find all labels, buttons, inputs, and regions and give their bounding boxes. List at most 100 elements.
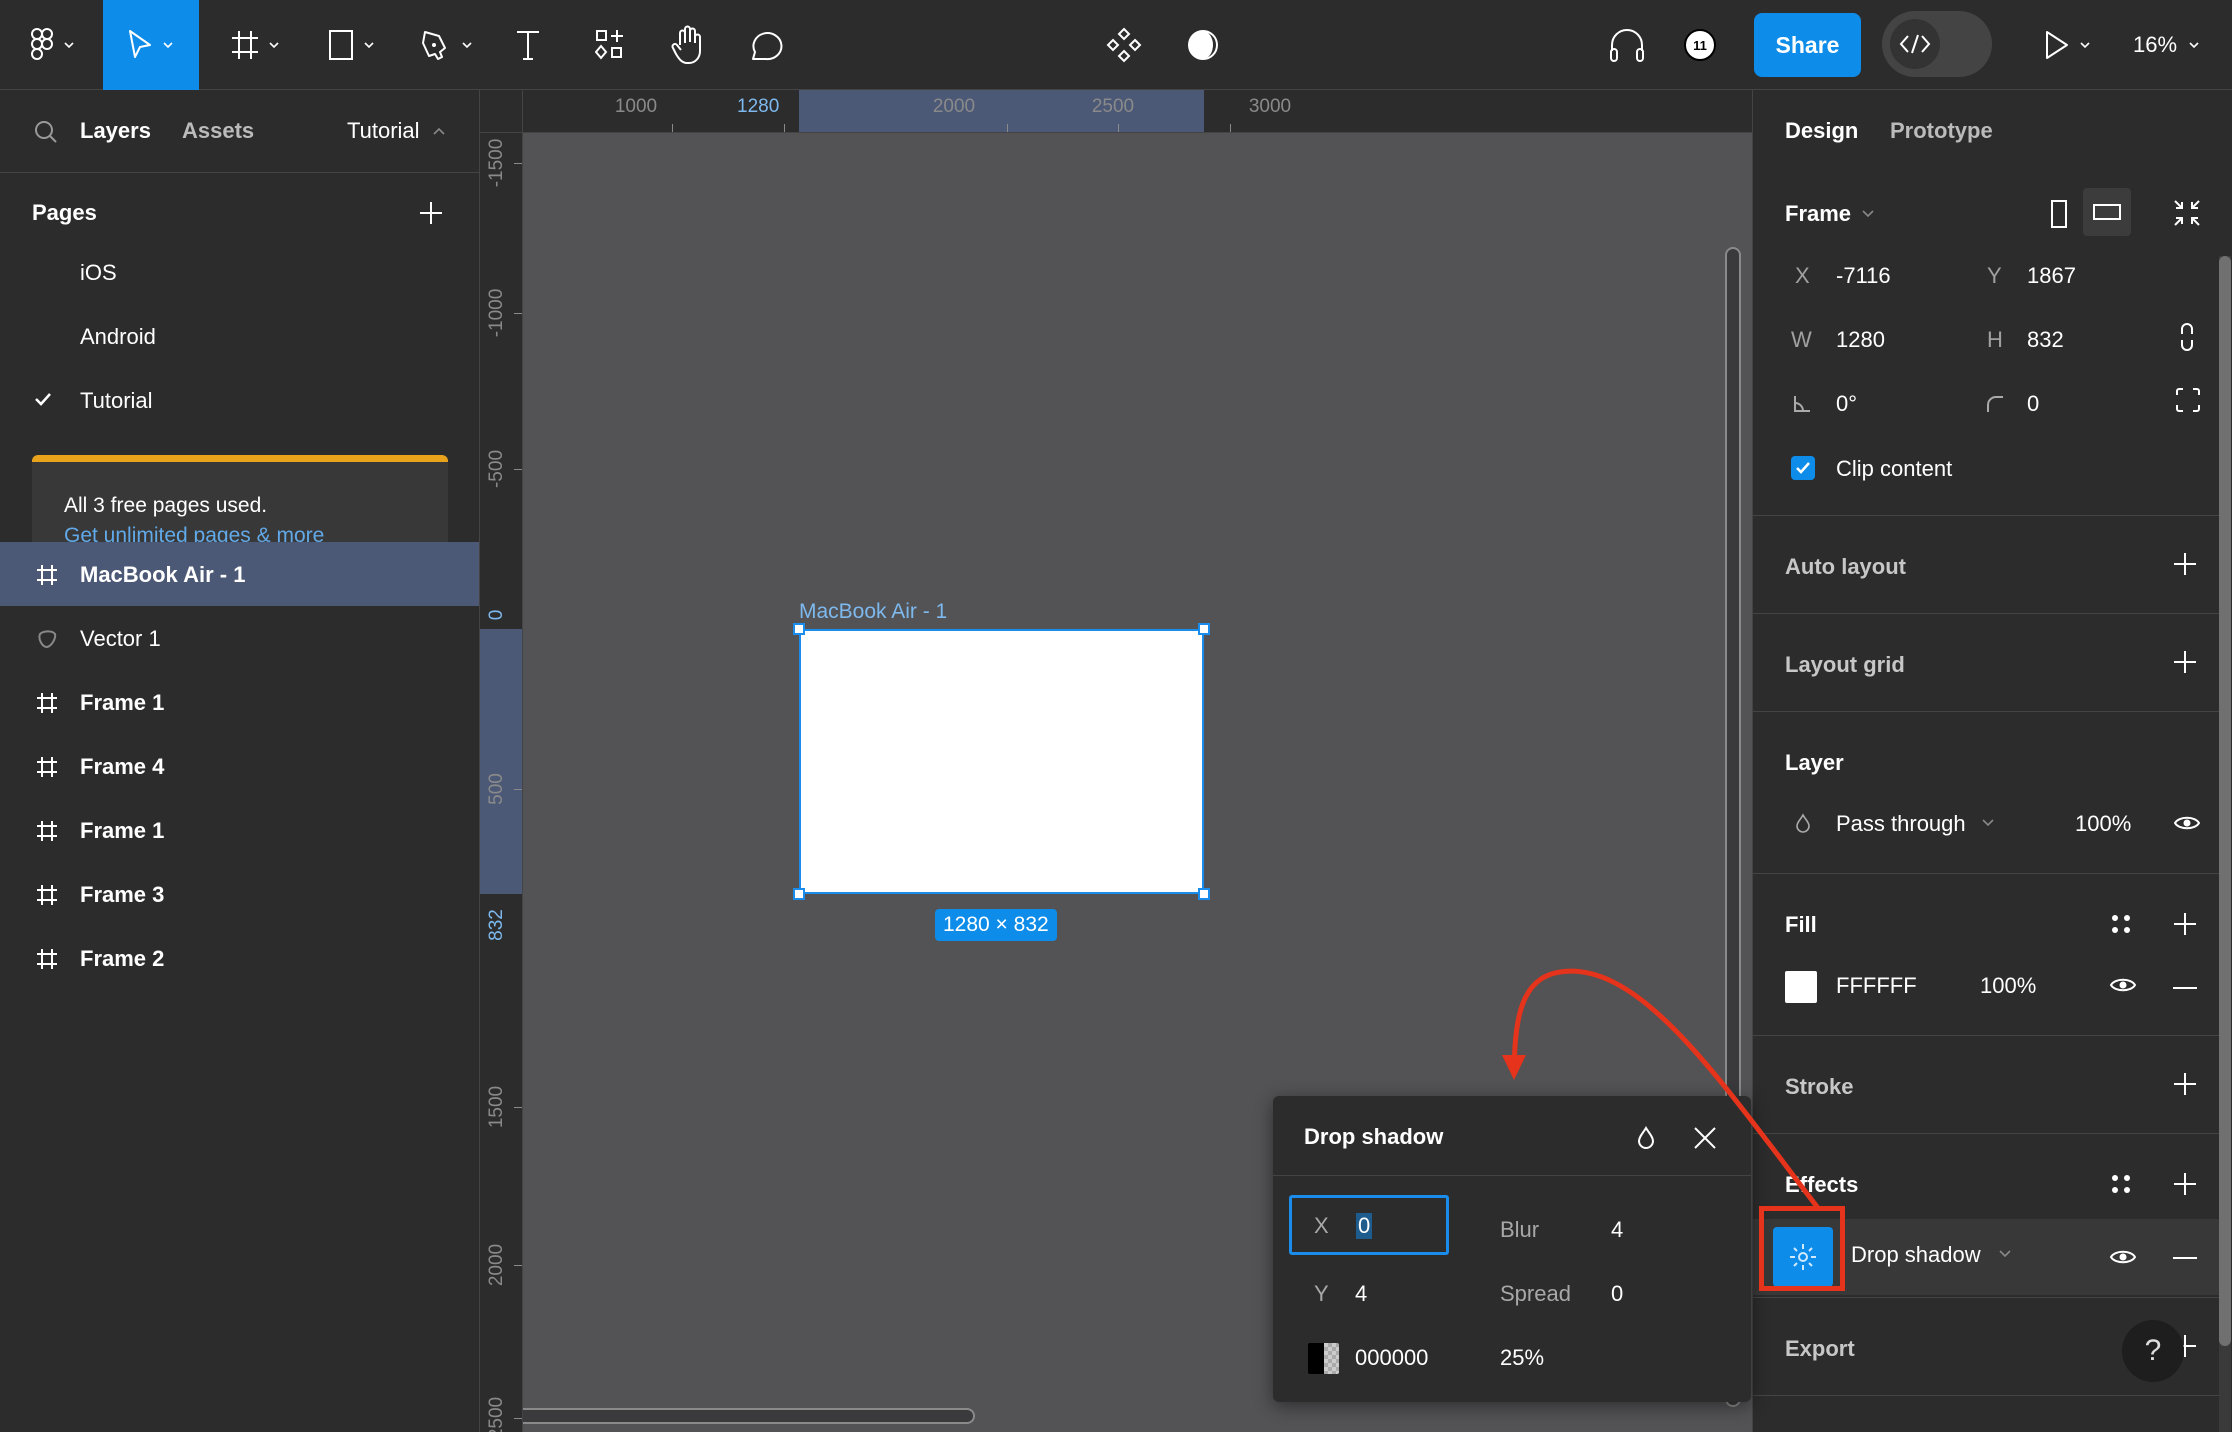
corner-radius-input[interactable]: 0: [2027, 391, 2039, 417]
eye-icon[interactable]: [2109, 976, 2137, 994]
shadow-x-input[interactable]: X 0: [1289, 1195, 1449, 1255]
main-menu-button[interactable]: [18, 0, 88, 90]
resources-button[interactable]: [590, 0, 630, 90]
eye-icon[interactable]: [2173, 814, 2201, 832]
shape-tool-button[interactable]: [318, 0, 386, 90]
style-grid-icon[interactable]: [2111, 914, 2131, 934]
shadow-blur-input[interactable]: 4: [1611, 1217, 1623, 1243]
constrain-proportions-icon[interactable]: [2179, 321, 2195, 353]
appearance-toggle[interactable]: [1183, 0, 1223, 90]
ruler-h-tick: [672, 124, 673, 132]
clip-content-checkbox[interactable]: [1791, 456, 1815, 480]
remove-effect-icon[interactable]: [2173, 1256, 2197, 1260]
auto-layout-heading: Auto layout: [1785, 554, 1906, 579]
layer-opacity-input[interactable]: 100%: [2075, 811, 2131, 837]
fill-opacity-input[interactable]: 100%: [1980, 973, 2036, 999]
chevron-down-icon[interactable]: [1861, 209, 1875, 219]
frame-tool-button[interactable]: [222, 0, 290, 90]
add-auto-layout-icon[interactable]: [2173, 552, 2197, 576]
shadow-color-hex[interactable]: 000000: [1355, 1345, 1428, 1371]
add-stroke-icon[interactable]: [2173, 1072, 2197, 1096]
drop-style-icon[interactable]: [1637, 1126, 1655, 1150]
selected-frame[interactable]: [799, 629, 1204, 894]
landscape-orientation-button[interactable]: [2083, 188, 2131, 236]
fill-heading: Fill: [1785, 912, 1817, 937]
width-input[interactable]: 1280: [1836, 327, 1885, 353]
x-input[interactable]: -7116: [1836, 263, 1891, 289]
tab-layers[interactable]: Layers: [80, 118, 151, 144]
layer-item-vector-1[interactable]: Vector 1: [0, 606, 479, 670]
add-layout-grid-icon[interactable]: [2173, 650, 2197, 674]
right-panel-scrollbar[interactable]: [2219, 256, 2231, 1432]
fill-section: Fill FFFFFF 100%: [1753, 874, 2219, 1036]
search-icon[interactable]: [34, 120, 58, 144]
add-page-icon[interactable]: [418, 200, 444, 226]
move-tool-button[interactable]: [103, 0, 199, 90]
resize-handle-bottom-left[interactable]: [793, 888, 805, 900]
layer-item-frame-3[interactable]: Frame 3: [0, 862, 479, 926]
fill-hex-input[interactable]: FFFFFF: [1836, 973, 1917, 999]
page-item-ios[interactable]: iOS: [0, 240, 479, 304]
layer-item-frame-1[interactable]: Frame 1: [0, 670, 479, 734]
zoom-level-value: 16%: [2133, 32, 2178, 57]
close-icon[interactable]: [1693, 1126, 1717, 1150]
layer-item-frame-2[interactable]: Frame 2: [0, 926, 479, 990]
tab-prototype[interactable]: Prototype: [1890, 118, 1993, 144]
text-tool-button[interactable]: [508, 0, 548, 90]
ruler-v-label: -1500: [486, 138, 507, 188]
landscape-orientation-icon: [2093, 204, 2121, 220]
height-input[interactable]: 832: [2027, 327, 2064, 353]
layer-item-frame-1b[interactable]: Frame 1: [0, 798, 479, 862]
y-input[interactable]: 1867: [2027, 263, 2076, 289]
page-item-android[interactable]: Android: [0, 304, 479, 368]
comment-tool-button[interactable]: [745, 0, 789, 90]
chevron-down-icon[interactable]: [1981, 818, 1995, 828]
effect-type-dropdown[interactable]: Drop shadow: [1851, 1242, 1981, 1268]
tab-assets[interactable]: Assets: [182, 118, 254, 144]
present-button[interactable]: [2035, 0, 2101, 90]
scrollbar-thumb[interactable]: [2219, 256, 2231, 1346]
user-avatar[interactable]: 11: [1680, 0, 1720, 90]
independent-corners-icon[interactable]: [2175, 387, 2201, 413]
shadow-color-swatch[interactable]: [1308, 1343, 1339, 1374]
share-button[interactable]: Share: [1754, 13, 1861, 77]
help-button[interactable]: ?: [2122, 1320, 2184, 1382]
resize-to-fit-icon[interactable]: [2173, 199, 2201, 227]
rotation-input[interactable]: 0°: [1836, 391, 1857, 417]
resize-handle-top-right[interactable]: [1198, 623, 1210, 635]
left-panel: Layers Assets Tutorial Pages iOS Android…: [0, 90, 480, 1432]
avatar-label: 11: [1693, 37, 1707, 53]
add-effect-icon[interactable]: [2173, 1172, 2197, 1196]
horizontal-scrollbar[interactable]: [523, 1408, 975, 1424]
fill-color-swatch[interactable]: [1785, 971, 1817, 1003]
resize-handle-top-left[interactable]: [793, 623, 805, 635]
style-grid-icon[interactable]: [2111, 1174, 2131, 1194]
page-label: Android: [80, 324, 156, 349]
export-heading: Export: [1785, 1336, 1855, 1361]
shadow-spread-input[interactable]: 0: [1611, 1281, 1623, 1307]
portrait-orientation-icon[interactable]: [2050, 199, 2068, 229]
blend-mode-dropdown[interactable]: Pass through: [1836, 811, 1966, 837]
chevron-down-icon[interactable]: [1998, 1249, 2012, 1259]
page-switcher[interactable]: Tutorial: [347, 118, 420, 144]
zoom-dropdown[interactable]: 16%: [2133, 0, 2201, 90]
pen-tool-button[interactable]: [414, 0, 482, 90]
tab-design[interactable]: Design: [1785, 118, 1858, 144]
chevron-up-icon[interactable]: [432, 126, 446, 136]
layer-item-frame-4[interactable]: Frame 4: [0, 734, 479, 798]
resize-handle-bottom-right[interactable]: [1198, 888, 1210, 900]
audio-button[interactable]: [1605, 0, 1649, 90]
dev-mode-toggle[interactable]: [1882, 11, 1992, 77]
hand-tool-button[interactable]: [666, 0, 710, 90]
remove-fill-icon[interactable]: [2173, 986, 2197, 990]
components-button[interactable]: [1104, 0, 1144, 90]
eye-icon[interactable]: [2109, 1248, 2137, 1266]
shadow-opacity[interactable]: 25%: [1500, 1345, 1544, 1371]
frame-name-label[interactable]: MacBook Air - 1: [799, 600, 947, 624]
frame-dropdown[interactable]: Frame: [1785, 201, 1851, 227]
layer-item-macbook-air-1[interactable]: MacBook Air - 1: [0, 542, 479, 606]
frame-section: Frame X -7116 Y 1867 W 1280 H 832 0° 0 C…: [1753, 173, 2219, 516]
page-item-tutorial[interactable]: Tutorial: [0, 368, 479, 432]
add-fill-icon[interactable]: [2173, 912, 2197, 936]
shadow-y-input[interactable]: 4: [1355, 1281, 1367, 1307]
